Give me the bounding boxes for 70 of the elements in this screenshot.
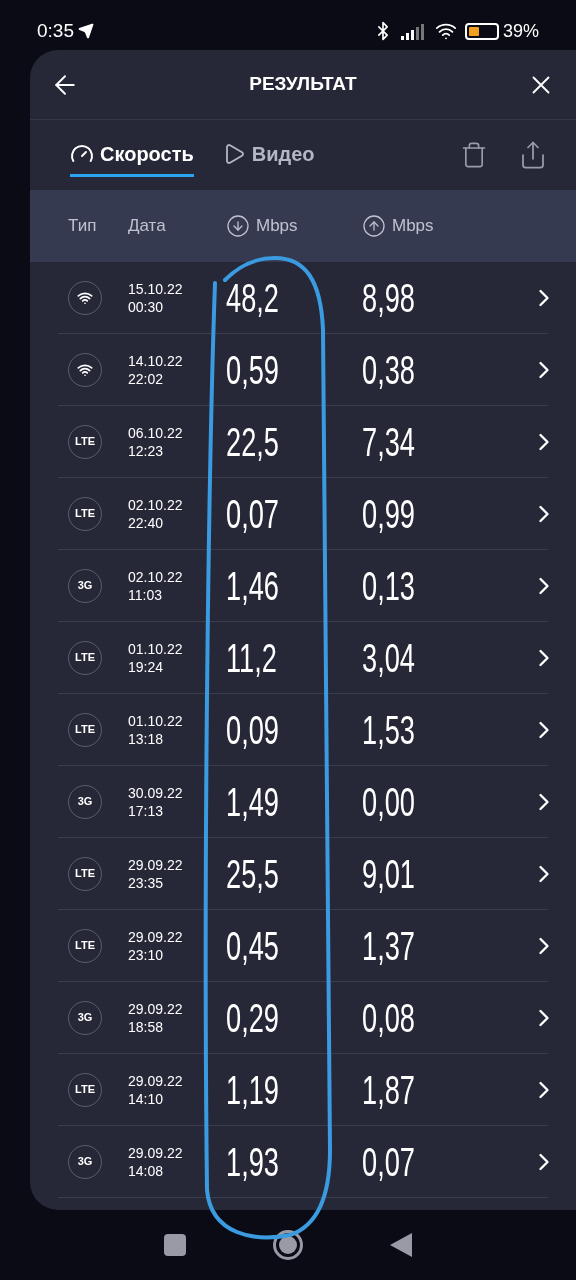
download-speed: 1,46 <box>226 562 279 610</box>
time-text: 12:23 <box>128 441 165 460</box>
download-speed: 0,29 <box>226 994 279 1042</box>
upload-speed: 0,00 <box>362 778 415 826</box>
date-text: 29.09.22 <box>128 927 184 946</box>
time-text: 00:30 <box>128 297 165 316</box>
back-nav-icon[interactable] <box>390 1233 413 1257</box>
date-text: 15.10.22 <box>128 279 184 298</box>
upload-speed: 7,34 <box>362 418 415 466</box>
tab[interactable]: Скорость <box>70 133 194 177</box>
column-header: Mbps <box>392 215 434 238</box>
signal-icon <box>400 22 427 40</box>
download-speed: 0,59 <box>226 346 279 394</box>
download-speed: 1,19 <box>226 1066 279 1114</box>
column-header: Mbps <box>256 215 298 238</box>
date-text: 01.10.22 <box>128 711 184 730</box>
tab[interactable]: Видео <box>221 133 315 177</box>
time-text: 23:10 <box>128 945 165 964</box>
time-text: 14:10 <box>128 1089 165 1108</box>
upload-speed: 1,87 <box>362 1066 415 1114</box>
upload-icon <box>362 214 386 238</box>
download-speed: 48,2 <box>226 274 279 322</box>
date-text: 02.10.22 <box>128 495 184 514</box>
upload-speed: 0,08 <box>362 994 415 1042</box>
time-text: 19:24 <box>128 657 165 676</box>
time-text: 22:02 <box>128 369 165 388</box>
date-text: 02.10.22 <box>128 567 184 586</box>
upload-speed: 1,53 <box>362 706 415 754</box>
trash-icon <box>460 141 488 169</box>
upload-speed: 0,99 <box>362 490 415 538</box>
date-text: 29.09.22 <box>128 1071 184 1090</box>
time-text: 13:18 <box>128 729 165 748</box>
time-text: 22:40 <box>128 513 165 532</box>
download-speed: 1,93 <box>226 1138 279 1186</box>
upload-speed: 3,04 <box>362 634 415 682</box>
upload-speed: 0,13 <box>362 562 415 610</box>
date-text: 29.09.22 <box>128 999 184 1018</box>
upload-speed: 9,01 <box>362 850 415 898</box>
date-text: 01.10.22 <box>128 639 184 658</box>
upload-speed: 8,98 <box>362 274 415 322</box>
download-speed: 22,5 <box>226 418 279 466</box>
download-speed: 25,5 <box>226 850 279 898</box>
date-text: 14.10.22 <box>128 351 184 370</box>
time-text: 11:03 <box>128 585 163 604</box>
date-text: 06.10.22 <box>128 423 184 442</box>
status-time: 0:35 <box>37 18 74 43</box>
download-speed: 11,2 <box>226 634 277 682</box>
window-title: РЕЗУЛЬТАТ <box>249 73 357 95</box>
column-header: Тип <box>68 215 97 238</box>
column-header: Дата <box>128 215 166 238</box>
date-text: 30.09.22 <box>128 783 184 802</box>
home-button[interactable] <box>273 1230 303 1260</box>
delete-button[interactable] <box>460 141 488 169</box>
time-text: 14:08 <box>128 1161 165 1180</box>
download-speed: 0,09 <box>226 706 279 754</box>
recents-button[interactable] <box>163 1234 186 1256</box>
download-icon <box>226 214 250 238</box>
date-text: 29.09.22 <box>128 855 184 874</box>
upload-speed: 0,07 <box>362 1138 415 1186</box>
download-speed: 0,07 <box>226 490 279 538</box>
download-speed: 1,49 <box>226 778 279 826</box>
battery-percent: 39% <box>502 19 539 43</box>
upload-speed: 0,38 <box>362 346 415 394</box>
time-text: 17:13 <box>128 801 165 820</box>
date-text: 29.09.22 <box>128 1143 184 1162</box>
time-text: 18:58 <box>128 1017 165 1036</box>
download-speed: 0,45 <box>226 922 279 970</box>
time-text: 23:35 <box>128 873 165 892</box>
upload-speed: 1,37 <box>362 922 415 970</box>
battery-icon <box>464 22 499 40</box>
